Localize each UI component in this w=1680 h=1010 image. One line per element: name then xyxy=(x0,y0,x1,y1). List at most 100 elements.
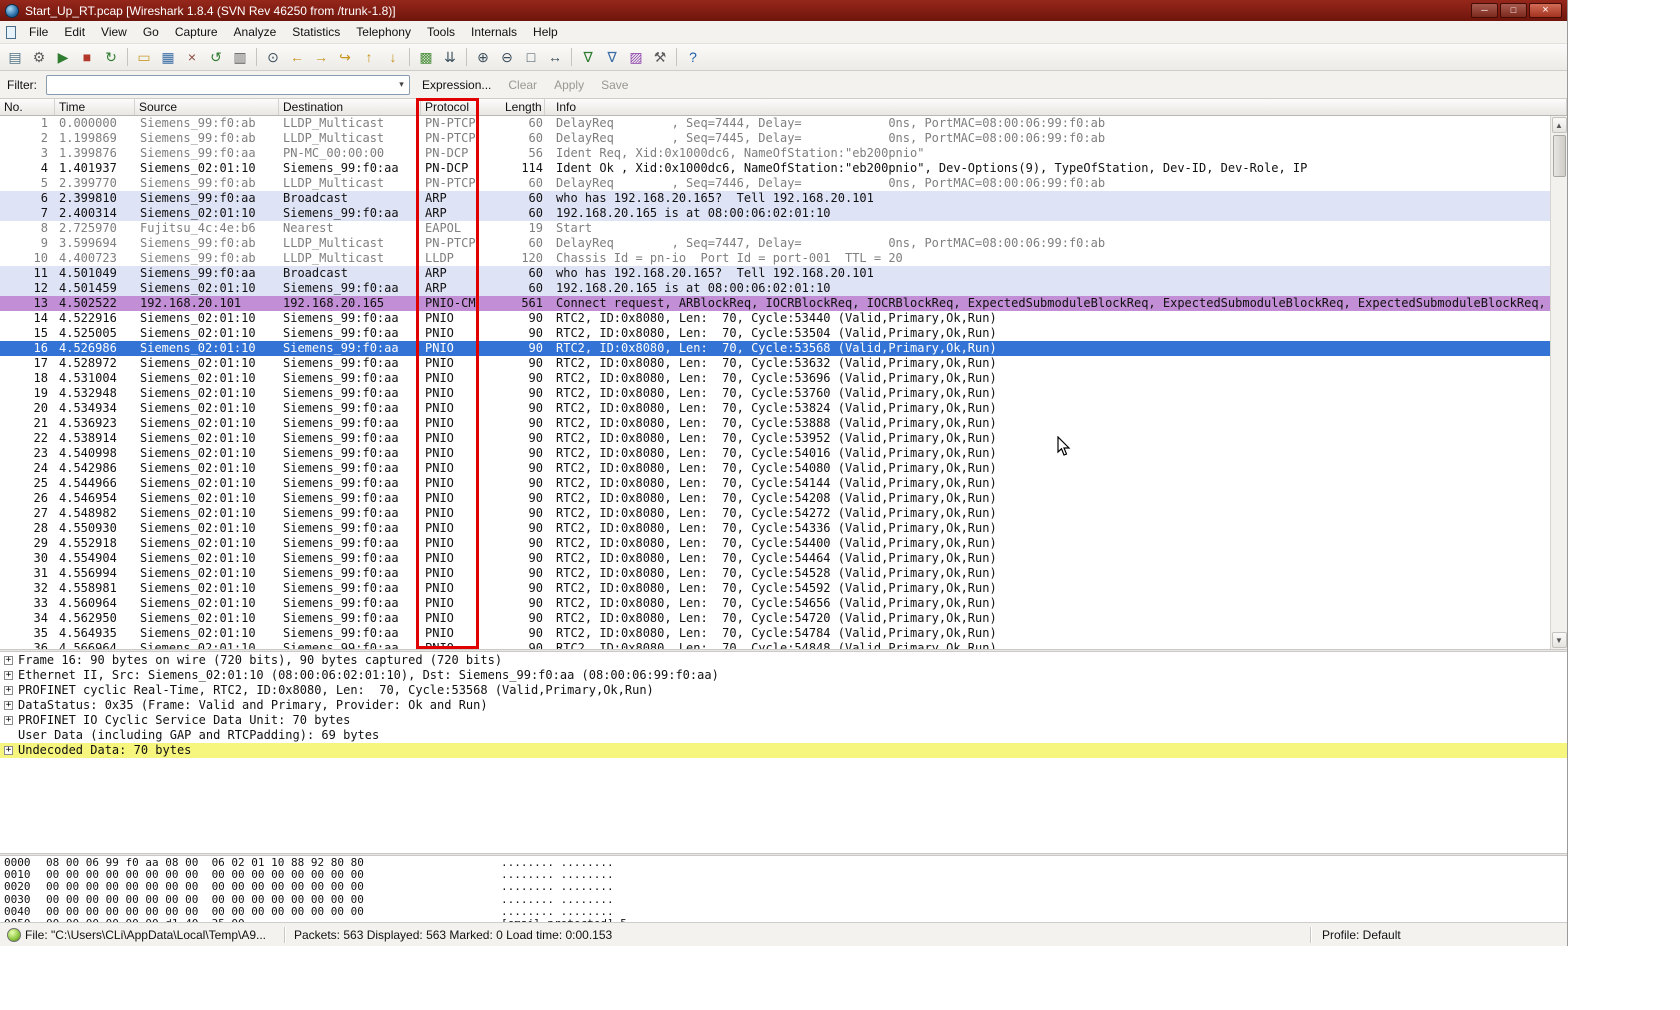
packet-row[interactable]: 26 4.546954 Siemens_02:01:10 Siemens_99:f0:… xyxy=(0,491,1550,506)
packet-row[interactable]: 35 4.564935 Siemens_02:01:10 Siemens_99:f0:… xyxy=(0,626,1550,641)
packet-row[interactable]: 14 4.522916 Siemens_02:01:10 Siemens_99:f0:… xyxy=(0,311,1550,326)
packet-row[interactable]: 24 4.542986 Siemens_02:01:10 Siemens_99:f0:… xyxy=(0,461,1550,476)
packet-row[interactable]: 28 4.550930 Siemens_02:01:10 Siemens_99:f0:… xyxy=(0,521,1550,536)
expander-icon[interactable]: + xyxy=(4,686,13,695)
packet-row[interactable]: 32 4.558981 Siemens_02:01:10 Siemens_99:f0:… xyxy=(0,581,1550,596)
packet-row[interactable]: 4 1.401937 Siemens_02:01:10 Siemens_99:f0:a… xyxy=(0,161,1550,176)
packet-row[interactable]: 6 2.399810 Siemens_99:f0:aa Broadcast ARP 60 w… xyxy=(0,191,1550,206)
column-header-length[interactable]: Length xyxy=(479,99,545,115)
clear-button[interactable]: Clear xyxy=(503,76,542,94)
detail-row[interactable]: + Undecoded Data: 70 bytes xyxy=(0,743,1567,758)
zoom-in-icon[interactable]: ⊕ xyxy=(471,46,495,69)
packet-row[interactable]: 1 0.000000 Siemens_99:f0:ab LLDP_Multicast P… xyxy=(0,116,1550,131)
menu-go[interactable]: Go xyxy=(135,22,167,42)
packet-row[interactable]: 18 4.531004 Siemens_02:01:10 Siemens_99:f0:… xyxy=(0,371,1550,386)
filter-dropdown-icon[interactable]: ▾ xyxy=(394,79,409,90)
packet-row[interactable]: 34 4.562950 Siemens_02:01:10 Siemens_99:f0:… xyxy=(0,611,1550,626)
menu-internals[interactable]: Internals xyxy=(463,22,525,42)
colorize-icon[interactable]: ▩ xyxy=(414,46,438,69)
status-profile-text[interactable]: Profile: Default xyxy=(1314,928,1564,942)
packet-row[interactable]: 27 4.548982 Siemens_02:01:10 Siemens_99:f0:… xyxy=(0,506,1550,521)
scroll-up-icon[interactable]: ▲ xyxy=(1551,117,1567,133)
packet-row[interactable]: 25 4.544966 Siemens_02:01:10 Siemens_99:f0:… xyxy=(0,476,1550,491)
packet-row[interactable]: 10 4.400723 Siemens_99:f0:ab LLDP_Multicast… xyxy=(0,251,1550,266)
maximize-button[interactable]: □ xyxy=(1500,3,1527,18)
coloring-rules-icon[interactable]: ▨ xyxy=(624,46,648,69)
packet-row[interactable]: 31 4.556994 Siemens_02:01:10 Siemens_99:f0:… xyxy=(0,566,1550,581)
save-file-icon[interactable]: ▦ xyxy=(156,46,180,69)
menu-telephony[interactable]: Telephony xyxy=(348,22,419,42)
expander-icon[interactable]: + xyxy=(4,716,13,725)
packet-row[interactable]: 22 4.538914 Siemens_02:01:10 Siemens_99:f0:… xyxy=(0,431,1550,446)
packet-row[interactable]: 29 4.552918 Siemens_02:01:10 Siemens_99:f0:… xyxy=(0,536,1550,551)
menu-capture[interactable]: Capture xyxy=(167,22,226,42)
packet-row[interactable]: 12 4.501459 Siemens_02:01:10 Siemens_99:f0:… xyxy=(0,281,1550,296)
expression-button[interactable]: Expression... xyxy=(417,76,496,94)
list-interfaces-icon[interactable]: ▤ xyxy=(3,46,27,69)
packet-row[interactable]: 19 4.532948 Siemens_02:01:10 Siemens_99:f0:… xyxy=(0,386,1550,401)
packet-row[interactable]: 21 4.536923 Siemens_02:01:10 Siemens_99:f0:… xyxy=(0,416,1550,431)
menu-edit[interactable]: Edit xyxy=(56,22,93,42)
packet-row[interactable]: 5 2.399770 Siemens_99:f0:ab LLDP_Multicast P… xyxy=(0,176,1550,191)
go-back-icon[interactable]: ← xyxy=(285,46,309,69)
expander-icon[interactable]: + xyxy=(4,701,13,710)
packet-row[interactable]: 7 2.400314 Siemens_02:01:10 Siemens_99:f0:a… xyxy=(0,206,1550,221)
print-icon[interactable]: ▥ xyxy=(228,46,252,69)
packet-row[interactable]: 2 1.199869 Siemens_99:f0:ab LLDP_Multicast P… xyxy=(0,131,1550,146)
find-packet-icon[interactable]: ⊙ xyxy=(261,46,285,69)
zoom-normal-icon[interactable]: □ xyxy=(519,46,543,69)
packet-row[interactable]: 9 3.599694 Siemens_99:f0:ab LLDP_Multicast P… xyxy=(0,236,1550,251)
detail-row[interactable]: + Ethernet II, Src: Siemens_02:01:10 (08:… xyxy=(0,668,1567,683)
menu-tools[interactable]: Tools xyxy=(419,22,463,42)
menu-help[interactable]: Help xyxy=(525,22,566,42)
detail-row[interactable]: + PROFINET cyclic Real-Time, RTC2, ID:0x8… xyxy=(0,683,1567,698)
menu-view[interactable]: View xyxy=(93,22,135,42)
filter-input[interactable] xyxy=(47,77,394,92)
autoscroll-icon[interactable]: ⇊ xyxy=(438,46,462,69)
menu-statistics[interactable]: Statistics xyxy=(284,22,348,42)
expander-icon[interactable]: + xyxy=(4,656,13,665)
packet-row[interactable]: 23 4.540998 Siemens_02:01:10 Siemens_99:f0:… xyxy=(0,446,1550,461)
detail-row[interactable]: User Data (including GAP and RTCPadding)… xyxy=(0,728,1567,743)
expander-icon[interactable]: + xyxy=(4,746,13,755)
packet-row[interactable]: 36 4.566964 Siemens_02:01:10 Siemens_99:f0:… xyxy=(0,641,1550,649)
open-file-icon[interactable]: ▭ xyxy=(132,46,156,69)
column-header-protocol[interactable]: Protocol xyxy=(421,99,479,115)
close-file-icon[interactable]: × xyxy=(180,46,204,69)
apply-button[interactable]: Apply xyxy=(549,76,589,94)
filter-label[interactable]: Filter: xyxy=(5,78,39,92)
packet-row[interactable]: 17 4.528972 Siemens_02:01:10 Siemens_99:f0:… xyxy=(0,356,1550,371)
go-first-icon[interactable]: ↑ xyxy=(357,46,381,69)
capture-stop-icon[interactable]: ■ xyxy=(75,46,99,69)
go-forward-icon[interactable]: → xyxy=(309,46,333,69)
go-to-packet-icon[interactable]: ↪ xyxy=(333,46,357,69)
capture-restart-icon[interactable]: ↻ xyxy=(99,46,123,69)
detail-row[interactable]: + Frame 16: 90 bytes on wire (720 bits), … xyxy=(0,653,1567,668)
scroll-down-icon[interactable]: ▼ xyxy=(1551,632,1567,648)
packet-row[interactable]: 3 1.399876 Siemens_99:f0:aa PN-MC_00:00:00 P… xyxy=(0,146,1550,161)
capture-filters-icon[interactable]: ∇ xyxy=(576,46,600,69)
packet-row[interactable]: 20 4.534934 Siemens_02:01:10 Siemens_99:f0:… xyxy=(0,401,1550,416)
go-last-icon[interactable]: ↓ xyxy=(381,46,405,69)
packet-row[interactable]: 33 4.560964 Siemens_02:01:10 Siemens_99:f0:… xyxy=(0,596,1550,611)
scrollbar-thumb[interactable] xyxy=(1552,135,1566,177)
hex-row[interactable]: 0030 00 00 00 00 00 00 00 00 00 00 00 00 … xyxy=(4,893,1567,906)
expert-info-icon[interactable] xyxy=(7,927,21,942)
column-header-no[interactable]: No. xyxy=(0,99,55,115)
close-button[interactable]: × xyxy=(1529,3,1562,18)
column-header-destination[interactable]: Destination xyxy=(279,99,421,115)
packet-row[interactable]: 8 2.725970 Fujitsu_4c:4e:b6 Nearest EAPOL 19 S… xyxy=(0,221,1550,236)
packet-row[interactable]: 13 4.502522 192.168.20.101 192.168.20.165 PN… xyxy=(0,296,1550,311)
preferences-icon[interactable]: ⚒ xyxy=(648,46,672,69)
column-header-time[interactable]: Time xyxy=(55,99,135,115)
help-icon[interactable]: ? xyxy=(681,46,705,69)
packet-row[interactable]: 30 4.554904 Siemens_02:01:10 Siemens_99:f0:… xyxy=(0,551,1550,566)
menu-file[interactable]: File xyxy=(21,22,56,42)
zoom-out-icon[interactable]: ⊖ xyxy=(495,46,519,69)
reload-file-icon[interactable]: ↺ xyxy=(204,46,228,69)
detail-row[interactable]: + PROFINET IO Cyclic Service Data Unit: 7… xyxy=(0,713,1567,728)
column-header-source[interactable]: Source xyxy=(135,99,279,115)
packet-row[interactable]: 15 4.525005 Siemens_02:01:10 Siemens_99:f0:… xyxy=(0,326,1550,341)
packet-row[interactable]: 16 4.526986 Siemens_02:01:10 Siemens_99:f0:… xyxy=(0,341,1550,356)
packet-list-scrollbar[interactable]: ▲ ▼ xyxy=(1550,116,1567,649)
